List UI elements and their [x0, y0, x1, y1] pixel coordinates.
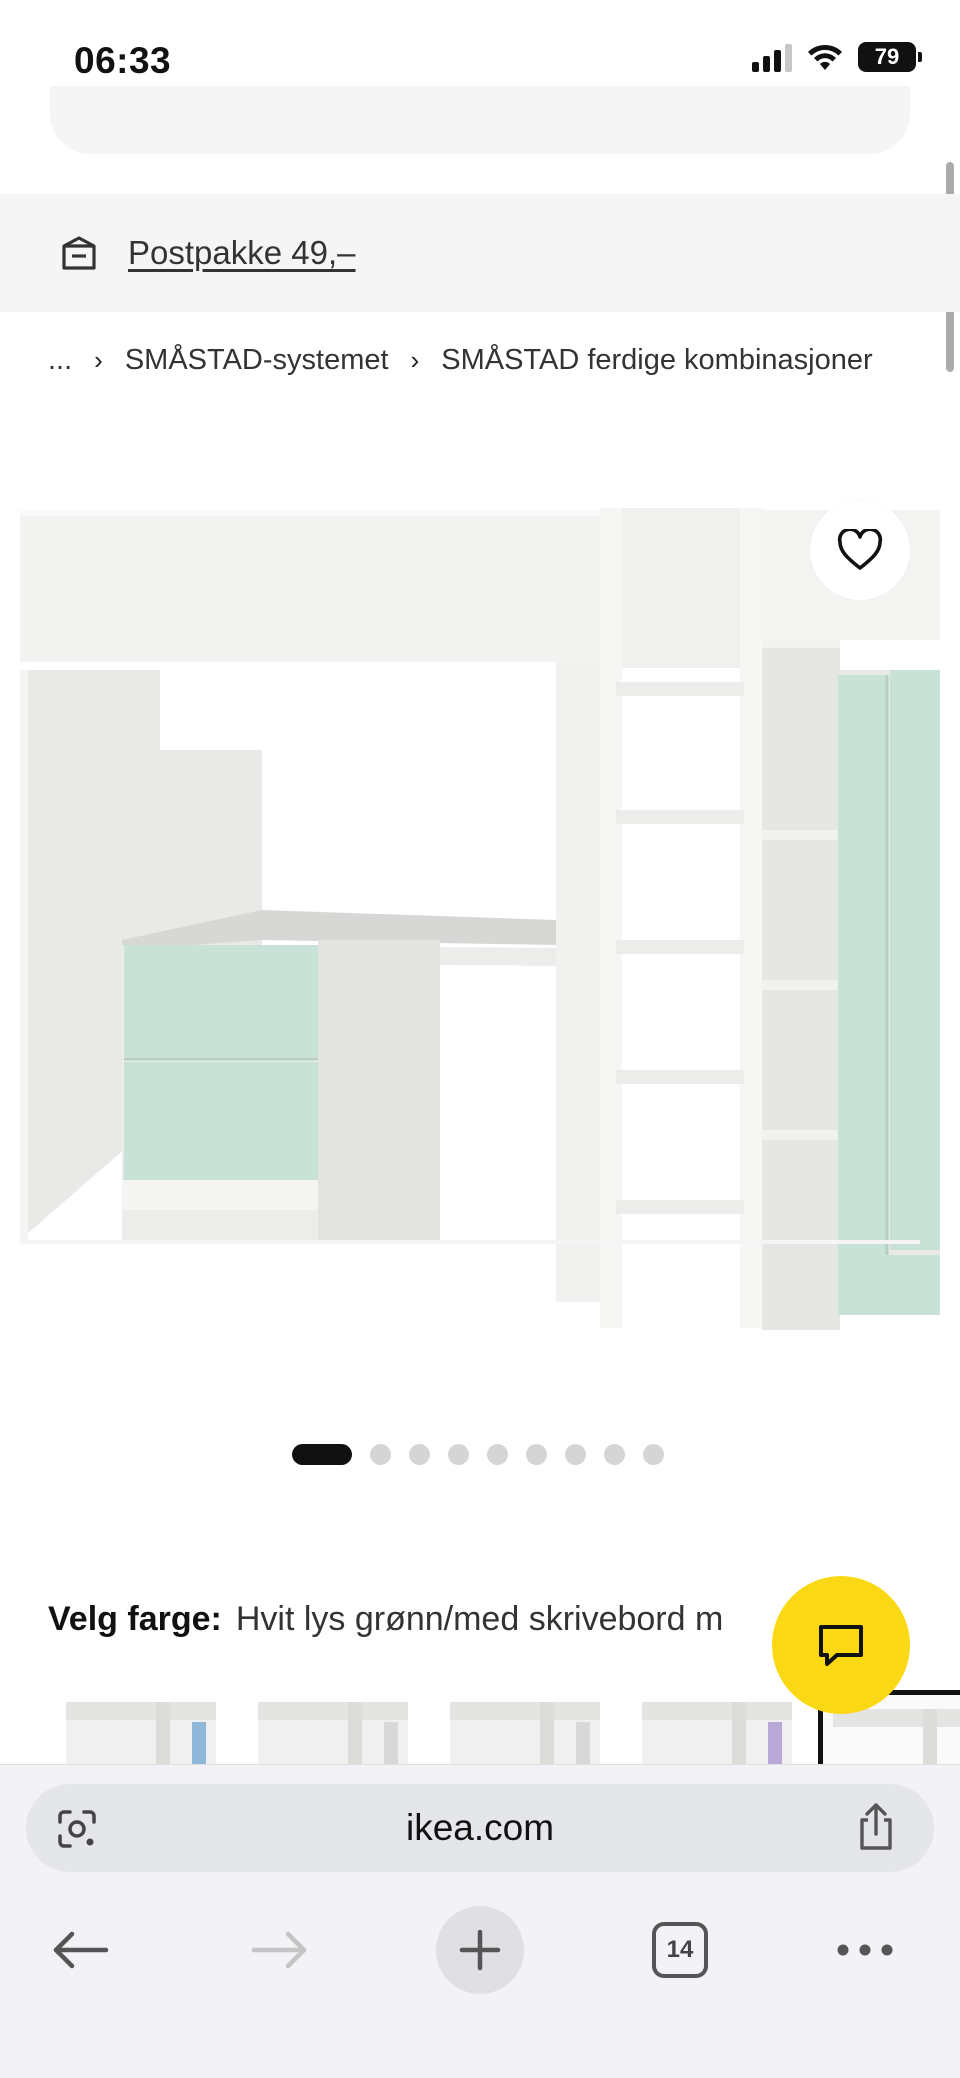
more-dots-icon [837, 1944, 893, 1956]
chevron-right-icon: › [410, 345, 420, 375]
carousel-dot[interactable] [526, 1444, 547, 1465]
tabs-button[interactable]: 14 [640, 1900, 720, 2000]
heart-icon [837, 529, 883, 570]
address-bar[interactable]: ikea.com [26, 1784, 934, 1872]
google-lens-icon[interactable] [54, 1806, 100, 1852]
share-icon[interactable] [854, 1802, 898, 1852]
status-time: 06:33 [74, 40, 172, 81]
breadcrumb: ... › SMÅSTAD-systemet › SMÅSTAD ferdige… [48, 344, 873, 377]
carousel-dot-active[interactable] [292, 1444, 352, 1465]
carousel-dot[interactable] [604, 1444, 625, 1465]
favourite-button[interactable] [810, 500, 910, 600]
carousel-dot[interactable] [643, 1444, 664, 1465]
breadcrumb-item-smastad-combos[interactable]: SMÅSTAD ferdige kombinasjoner [441, 344, 872, 377]
color-value: Hvit lys grønn/med skrivebord m [235, 1600, 724, 1638]
carousel-dot[interactable] [409, 1444, 430, 1465]
color-label: Velg farge: [48, 1600, 222, 1638]
status-icons: 79 [752, 42, 922, 72]
carousel-dot[interactable] [487, 1444, 508, 1465]
parcel-icon [62, 236, 96, 270]
battery-icon: 79 [858, 42, 922, 72]
shipping-banner[interactable]: Postpakke 49,– [0, 194, 960, 312]
tab-count: 14 [652, 1922, 708, 1978]
carousel-dot[interactable] [565, 1444, 586, 1465]
carousel-dot[interactable] [448, 1444, 469, 1465]
signal-icon [752, 42, 792, 72]
chat-button[interactable] [772, 1576, 910, 1714]
color-thumbnail[interactable] [258, 1702, 408, 1766]
chat-icon [819, 1625, 863, 1666]
carousel-dot[interactable] [370, 1444, 391, 1465]
product-image[interactable] [0, 490, 960, 1410]
more-button[interactable] [820, 1900, 910, 2000]
image-carousel-dots [292, 1444, 664, 1465]
search-field-remnant[interactable] [50, 86, 910, 154]
new-tab-button[interactable] [436, 1906, 524, 1994]
plus-icon [459, 1929, 501, 1971]
color-thumbnail[interactable] [450, 1702, 600, 1766]
arrow-right-icon [251, 1931, 307, 1969]
chevron-right-icon: › [94, 345, 103, 375]
browser-nav: 14 [0, 1900, 960, 2000]
wifi-icon [808, 44, 842, 70]
arrow-left-icon [53, 1931, 109, 1969]
breadcrumb-ellipsis[interactable]: ... [48, 344, 72, 377]
back-button[interactable] [40, 1900, 120, 2000]
breadcrumb-item-smastad-system[interactable]: SMÅSTAD-systemet [125, 344, 389, 377]
color-thumbnail[interactable] [642, 1702, 792, 1766]
color-thumbnail[interactable] [66, 1702, 216, 1766]
forward-button[interactable] [240, 1900, 320, 2000]
shipping-link[interactable]: Postpakke 49,– [128, 234, 356, 272]
url-text: ikea.com [405, 1807, 555, 1848]
